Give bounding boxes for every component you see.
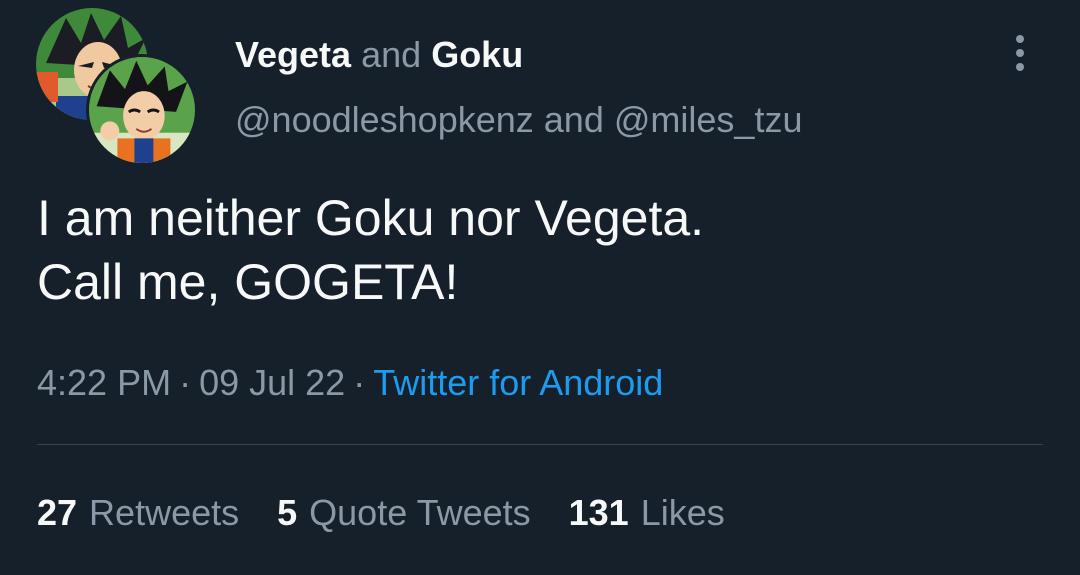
more-vertical-icon [1016,35,1024,43]
more-vertical-icon-dot [1016,63,1024,71]
author-name-2[interactable]: Goku [431,34,523,75]
author-name-1[interactable]: Vegeta [235,34,351,75]
more-options-button[interactable] [1000,30,1040,76]
tweet-text-line-2: Call me, GOGETA! [37,254,459,310]
likes-stat[interactable]: 131 Likes [569,492,725,534]
likes-count: 131 [568,492,629,533]
handles-conjunction: and [543,99,604,140]
tweet-source-link[interactable]: Twitter for Android [373,362,663,403]
quote-tweets-label: Quote Tweets [309,492,531,533]
author-handle-2[interactable]: @miles_tzu [614,99,803,140]
author-handles: @noodleshopkenz and @miles_tzu [235,99,802,141]
tweet-text-line-1: I am neither Goku nor Vegeta. [37,190,705,246]
more-vertical-icon-dot [1016,49,1024,57]
quote-tweets-count: 5 [277,492,298,533]
retweets-stat[interactable]: 27 Retweets [37,492,239,534]
tweet-card: Vegeta and Goku @noodleshopkenz and @mil… [0,0,1080,575]
quote-tweets-stat[interactable]: 5 Quote Tweets [277,492,531,534]
tweet-text: I am neither Goku nor Vegeta. Call me, G… [37,186,1047,314]
retweets-count: 27 [37,492,78,533]
names-conjunction: and [361,34,422,75]
tweet-time[interactable]: 4:22 PM [37,362,171,403]
author-handle-1[interactable]: @noodleshopkenz [235,99,534,140]
avatar-goku[interactable] [86,54,198,166]
tweet-date[interactable]: 09 Jul 22 [199,362,345,403]
meta-separator: · [353,362,366,403]
divider [37,444,1043,445]
retweets-label: Retweets [89,492,240,533]
tweet-meta: 4:22 PM · 09 Jul 22 · Twitter for Android [37,362,663,404]
tweet-stats: 27 Retweets 5 Quote Tweets 131 Likes [37,492,725,534]
author-names: Vegeta and Goku [235,34,523,76]
avatar-goku-image [89,57,195,163]
meta-separator: · [179,362,192,403]
likes-label: Likes [640,492,725,533]
